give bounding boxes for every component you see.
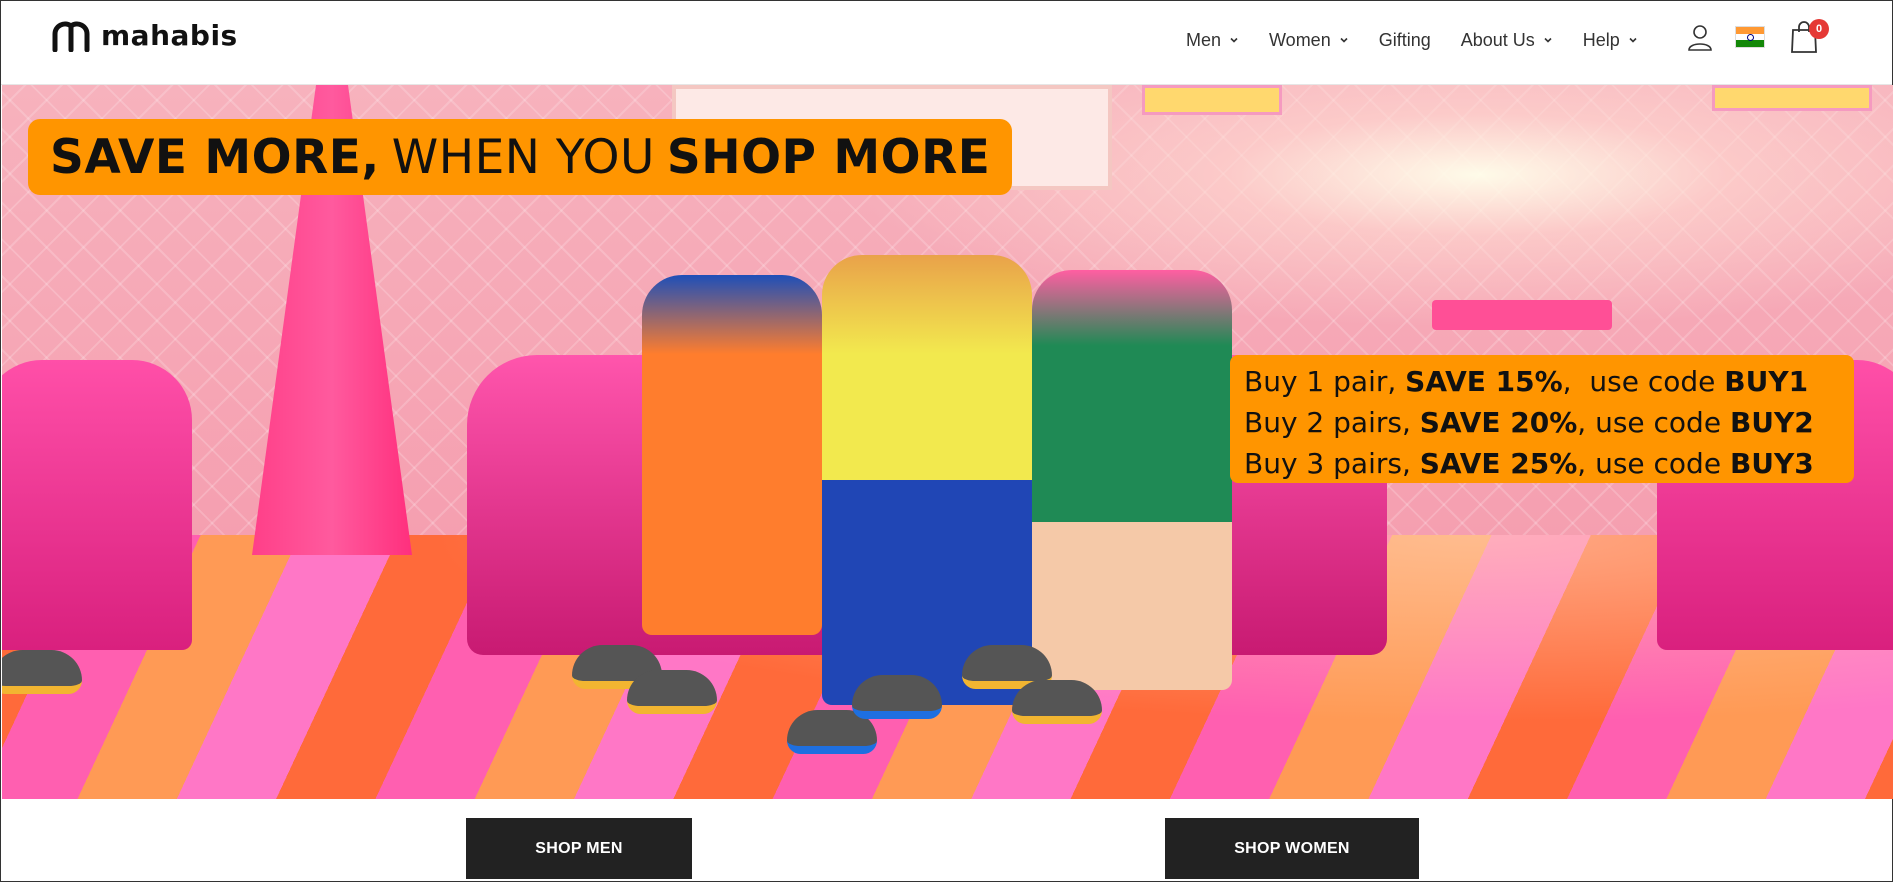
chevron-down-icon xyxy=(1230,37,1238,43)
promo-text: Buy 2 pairs, xyxy=(1244,406,1420,439)
model-figure xyxy=(642,275,822,635)
nav-about-us-label: About Us xyxy=(1460,29,1535,50)
pink-sofa xyxy=(2,360,192,650)
wall-shelf xyxy=(1432,300,1612,330)
promo-code: BUY1 xyxy=(1724,365,1809,398)
promo-text: Buy 3 pairs, xyxy=(1244,447,1420,480)
shop-women-button[interactable]: SHOP WOMEN xyxy=(1165,818,1419,879)
model-figure xyxy=(822,255,1032,705)
slipper xyxy=(852,675,942,719)
main-navigation: Men Women Gifting About Us Help xyxy=(1186,27,1668,53)
cart-count-badge: 0 xyxy=(1809,19,1829,39)
slipper xyxy=(2,650,82,694)
nav-men[interactable]: Men xyxy=(1186,27,1239,53)
promo-text: , use code xyxy=(1562,365,1725,398)
promo-discount: SAVE 25% xyxy=(1419,447,1578,480)
nav-women-label: Women xyxy=(1269,29,1331,50)
nav-help[interactable]: Help xyxy=(1583,27,1638,53)
wall-frame xyxy=(1712,85,1872,111)
nav-women[interactable]: Women xyxy=(1269,27,1349,53)
promo-line-2: Buy 2 pairs, SAVE 20%, use code BUY2 xyxy=(1244,402,1840,443)
nav-about-us[interactable]: About Us xyxy=(1461,27,1553,53)
hero-banner[interactable]: SAVE MORE, WHEN YOU SHOP MORE Buy 1 pair… xyxy=(2,85,1893,799)
brand-logo[interactable]: mahabis xyxy=(51,19,238,52)
model-figure xyxy=(1032,270,1232,690)
nav-men-label: Men xyxy=(1186,29,1222,50)
wall-frame xyxy=(1142,85,1282,115)
promo-code: BUY3 xyxy=(1729,447,1814,480)
user-icon xyxy=(1688,25,1712,51)
header-icons: 0 xyxy=(1685,19,1829,55)
headline-part-1: SAVE MORE, xyxy=(50,129,380,185)
account-button[interactable] xyxy=(1685,22,1735,52)
nav-gifting-label: Gifting xyxy=(1378,29,1431,50)
nav-gifting[interactable]: Gifting xyxy=(1379,27,1431,53)
headline-part-2: WHEN YOU xyxy=(391,129,655,185)
promo-line-1: Buy 1 pair, SAVE 15%, use code BUY1 xyxy=(1244,361,1840,402)
promo-code: BUY2 xyxy=(1729,406,1814,439)
cart-button[interactable]: 0 xyxy=(1787,19,1829,55)
promo-text: , use code xyxy=(1577,406,1730,439)
site-header: mahabis Men Women Gifting About Us Help xyxy=(1,1,1892,85)
region-selector[interactable] xyxy=(1735,26,1787,48)
promo-text: Buy 1 pair, xyxy=(1244,365,1406,398)
promo-headline: SAVE MORE, WHEN YOU SHOP MORE xyxy=(28,119,1013,195)
brand-name: mahabis xyxy=(101,19,238,52)
promo-codes-box: Buy 1 pair, SAVE 15%, use code BUY1 Buy … xyxy=(1230,355,1854,483)
shop-men-button[interactable]: SHOP MEN xyxy=(466,818,692,879)
headline-part-3: SHOP MORE xyxy=(666,129,991,185)
promo-text: , use code xyxy=(1577,447,1730,480)
promo-discount: SAVE 15% xyxy=(1405,365,1563,398)
slipper xyxy=(627,670,717,714)
mahabis-logo-icon xyxy=(52,21,90,52)
chevron-down-icon xyxy=(1629,37,1637,43)
promo-line-3: Buy 3 pairs, SAVE 25%, use code BUY3 xyxy=(1244,443,1840,484)
promo-discount: SAVE 20% xyxy=(1419,406,1578,439)
chevron-down-icon xyxy=(1340,37,1348,43)
slipper xyxy=(1012,680,1102,724)
nav-help-label: Help xyxy=(1582,29,1620,50)
chevron-down-icon xyxy=(1544,37,1552,43)
india-flag-icon xyxy=(1735,26,1765,48)
